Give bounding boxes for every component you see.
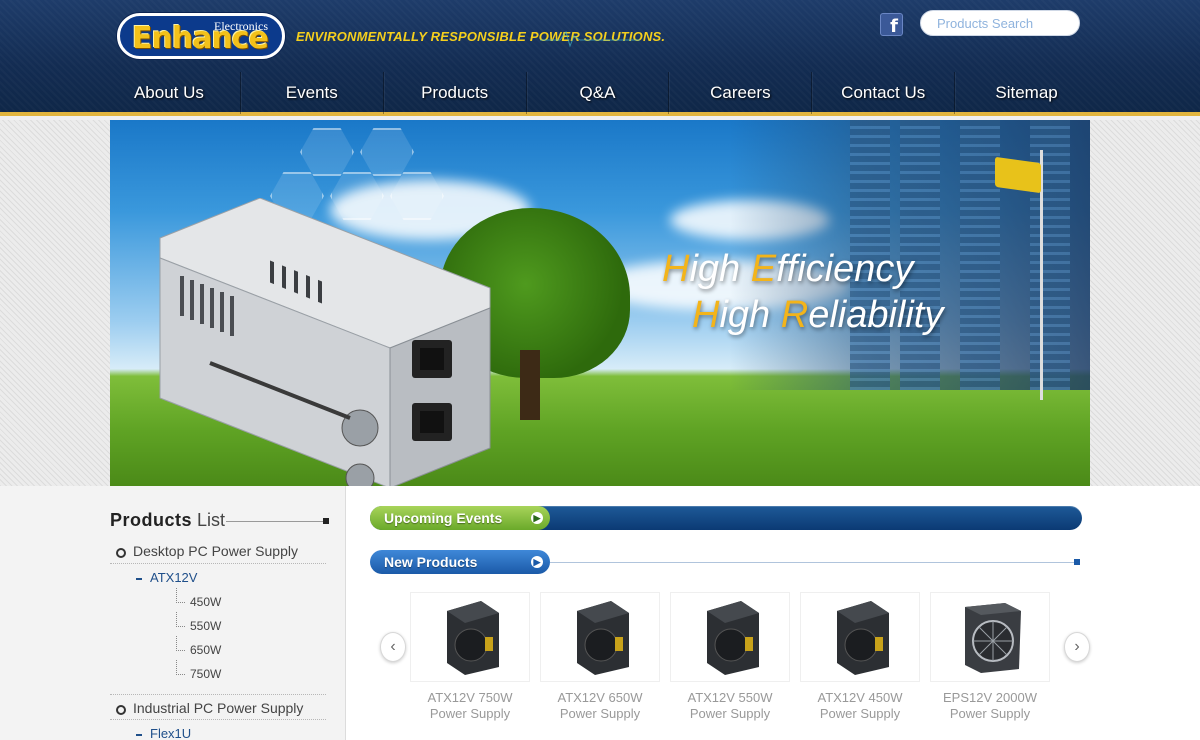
heading-divider bbox=[226, 521, 326, 522]
product-image bbox=[540, 592, 660, 682]
product-card[interactable]: ATX12V 750W Power Supply bbox=[410, 592, 530, 740]
main-nav: About Us Events Products Q&A Careers Con… bbox=[98, 72, 1098, 114]
product-name: EPS12V 2000W bbox=[943, 690, 1037, 705]
nav-careers[interactable]: Careers bbox=[669, 72, 813, 114]
products-list-heading: Products List bbox=[110, 510, 226, 530]
category-desktop-pc-power-supply[interactable]: Desktop PC Power Supply bbox=[110, 538, 326, 564]
banner-slogan: High Efficiency High Reliability bbox=[662, 246, 943, 338]
product-type: Power Supply bbox=[949, 706, 1031, 721]
new-products-label: New Products bbox=[384, 554, 478, 570]
product-type: Power Supply bbox=[689, 706, 771, 721]
upcoming-events-tab[interactable]: Upcoming Events ▶ bbox=[370, 506, 550, 530]
nav-products[interactable]: Products bbox=[384, 72, 527, 114]
product-name: ATX12V 750W bbox=[427, 690, 513, 705]
subcategory-flex1u[interactable]: Flex1U bbox=[136, 722, 191, 740]
arrow-right-circle-icon: ▶ bbox=[531, 512, 543, 524]
product-name: ATX12V 450W bbox=[817, 690, 903, 705]
product-image bbox=[670, 592, 790, 682]
product-name: ATX12V 550W bbox=[687, 690, 773, 705]
divider-square-icon bbox=[1074, 559, 1080, 565]
product-type: Power Supply bbox=[819, 706, 901, 721]
new-products-header: New Products ▶ bbox=[370, 550, 1082, 574]
hexagon-decoration bbox=[300, 128, 354, 176]
flag bbox=[995, 156, 1041, 194]
upcoming-events-label: Upcoming Events bbox=[384, 510, 503, 526]
product-type: Power Supply bbox=[559, 706, 641, 721]
product-card[interactable]: EPS12V 2000W Power Supply bbox=[930, 592, 1050, 740]
arrow-right-circle-icon: ▶ bbox=[531, 556, 543, 568]
product-image bbox=[410, 592, 530, 682]
nav-qa[interactable]: Q&A bbox=[527, 72, 670, 114]
product-link-750w[interactable]: 750W bbox=[176, 660, 221, 686]
redundant-psu-image bbox=[159, 198, 491, 486]
heading-square-icon bbox=[323, 518, 329, 524]
hero-banner[interactable]: High Efficiency High Reliability bbox=[110, 120, 1090, 486]
site-header: Electronics Enhance ENVIRONMENTALLY RESP… bbox=[0, 0, 1200, 116]
chevron-right-icon[interactable]: › bbox=[1064, 632, 1090, 662]
banner-frame: High Efficiency High Reliability bbox=[0, 120, 1200, 486]
enhance-logo[interactable]: Electronics Enhance bbox=[117, 13, 285, 59]
product-image bbox=[930, 592, 1050, 682]
product-link-450w[interactable]: 450W bbox=[176, 588, 221, 614]
product-link-650w[interactable]: 650W bbox=[176, 636, 221, 662]
new-products-divider bbox=[550, 562, 1076, 563]
hexagon-decoration bbox=[360, 128, 414, 176]
product-name: ATX12V 650W bbox=[557, 690, 643, 705]
nav-contact-us[interactable]: Contact Us bbox=[812, 72, 956, 114]
products-list-sidebar: Products List Desktop PC Power Supply AT… bbox=[0, 486, 346, 740]
slogan-line-1: High Efficiency bbox=[662, 248, 914, 290]
product-card[interactable]: ATX12V 650W Power Supply bbox=[540, 592, 660, 740]
facebook-icon[interactable]: f bbox=[880, 13, 903, 36]
nav-events[interactable]: Events bbox=[241, 72, 384, 114]
product-type: Power Supply bbox=[429, 706, 511, 721]
nav-sitemap[interactable]: Sitemap bbox=[955, 72, 1098, 114]
new-products-tab[interactable]: New Products ▶ bbox=[370, 550, 550, 574]
subcategory-atx12v[interactable]: ATX12V bbox=[136, 566, 197, 590]
product-image bbox=[800, 592, 920, 682]
product-link-550w[interactable]: 550W bbox=[176, 612, 221, 638]
waveform-decoration-icon bbox=[540, 30, 640, 48]
main-content: Upcoming Events ▶ New Products ▶ ‹ › ATX… bbox=[346, 486, 1200, 740]
products-search-input[interactable] bbox=[920, 10, 1080, 36]
product-card[interactable]: ATX12V 550W Power Supply bbox=[670, 592, 790, 740]
slogan-line-2: High Reliability bbox=[692, 294, 944, 336]
chevron-left-icon[interactable]: ‹ bbox=[380, 632, 406, 662]
tree-trunk bbox=[520, 350, 540, 420]
logo-wordmark: Enhance bbox=[132, 21, 269, 56]
nav-about-us[interactable]: About Us bbox=[98, 72, 241, 114]
upcoming-events-bar[interactable]: Upcoming Events ▶ bbox=[370, 506, 1082, 530]
product-card[interactable]: ATX12V 450W Power Supply bbox=[800, 592, 920, 740]
category-industrial-pc-power-supply[interactable]: Industrial PC Power Supply bbox=[110, 694, 326, 720]
